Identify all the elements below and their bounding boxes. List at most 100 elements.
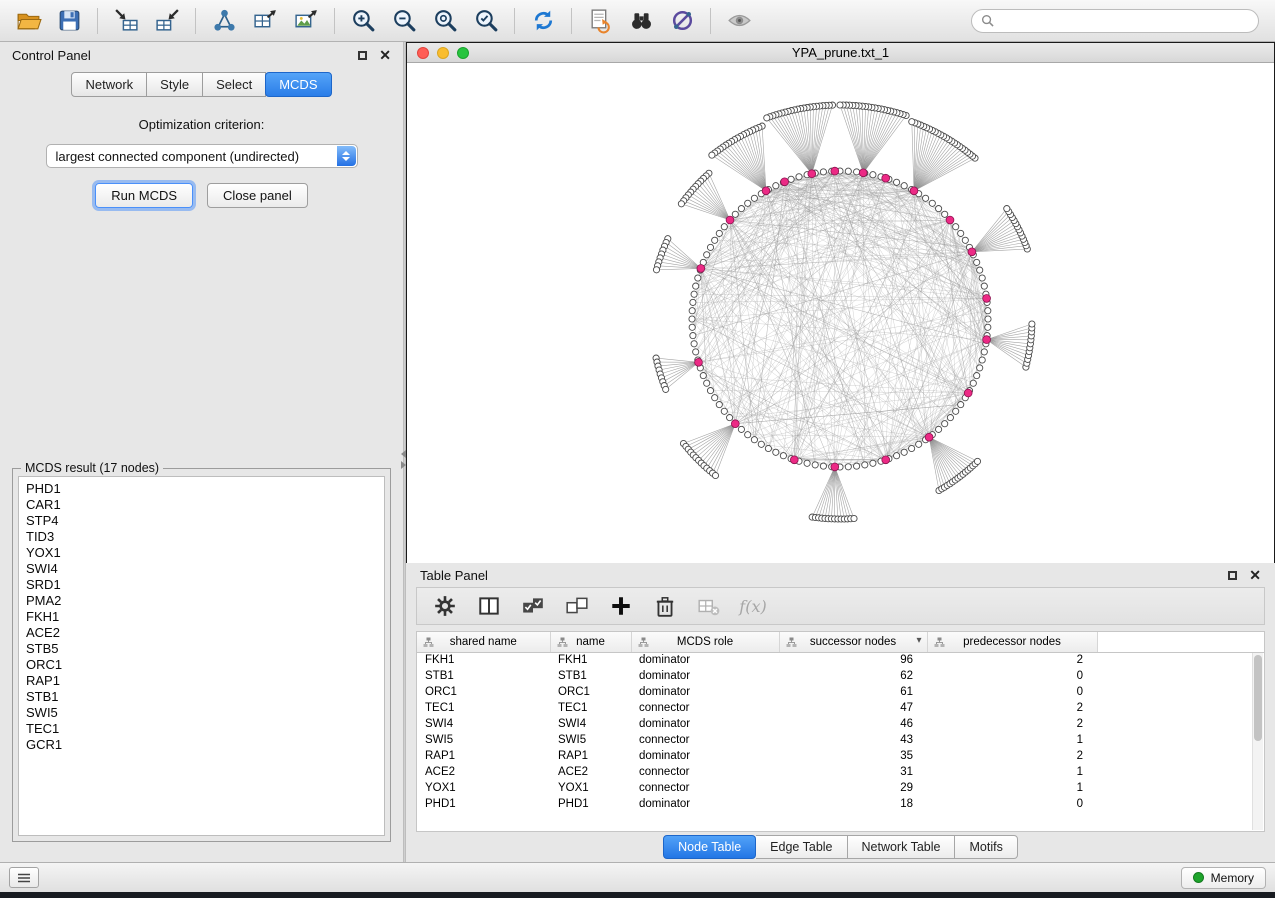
column-header-mcds-role[interactable]: MCDS role — [631, 632, 779, 652]
mcds-node-item[interactable]: PHD1 — [26, 481, 377, 497]
plus-icon — [609, 594, 633, 618]
mcds-node-item[interactable]: CAR1 — [26, 497, 377, 513]
tab-mcds[interactable]: MCDS — [265, 72, 331, 97]
open-session-button[interactable] — [10, 5, 46, 37]
close-window-icon[interactable] — [417, 47, 429, 59]
import-table-file-button[interactable] — [108, 5, 144, 37]
minimize-window-icon[interactable] — [437, 47, 449, 59]
table-row[interactable]: SWI5SWI5connector431 — [417, 732, 1264, 748]
save-session-button[interactable] — [51, 5, 87, 37]
tab-network[interactable]: Network — [71, 72, 147, 97]
table-row[interactable]: STB1STB1dominator620 — [417, 668, 1264, 684]
select-all-icon — [521, 594, 545, 618]
mcds-node-item[interactable]: STB5 — [26, 641, 377, 657]
table-row[interactable]: RAP1RAP1dominator352 — [417, 748, 1264, 764]
zoom-in-button[interactable] — [345, 5, 381, 37]
mcds-node-item[interactable]: RAP1 — [26, 673, 377, 689]
criterion-dropdown[interactable]: largest connected component (undirected) — [46, 144, 358, 168]
toolbar-separator — [334, 8, 335, 34]
network-canvas[interactable] — [407, 63, 1274, 563]
find-neighbors-button[interactable] — [623, 5, 659, 37]
tab-edge-table[interactable]: Edge Table — [756, 835, 847, 859]
table-toolbar: f(x) — [416, 587, 1265, 625]
mcds-node-item[interactable]: SRD1 — [26, 577, 377, 593]
show-columns-button[interactable] — [477, 594, 501, 618]
mcds-node-item[interactable]: STB1 — [26, 689, 377, 705]
table-row[interactable]: ORC1ORC1dominator610 — [417, 684, 1264, 700]
column-header-shared-name[interactable]: shared name — [417, 632, 550, 652]
mcds-node-item[interactable]: YOX1 — [26, 545, 377, 561]
mcds-node-item[interactable]: TID3 — [26, 529, 377, 545]
mcds-result-box: MCDS result (17 nodes) PHD1CAR1STP4TID3Y… — [12, 468, 391, 842]
search-input[interactable] — [1000, 13, 1249, 29]
search-box — [971, 9, 1259, 33]
mcds-node-item[interactable]: PMA2 — [26, 593, 377, 609]
column-header-predecessor-nodes[interactable]: predecessor nodes — [927, 632, 1097, 652]
mcds-node-item[interactable]: ORC1 — [26, 657, 377, 673]
run-mcds-button[interactable]: Run MCDS — [95, 183, 193, 208]
mcds-result-list[interactable]: PHD1CAR1STP4TID3YOX1SWI4SRD1PMA2FKH1ACE2… — [18, 476, 385, 836]
mcds-node-item[interactable]: GCR1 — [26, 737, 377, 753]
zoom-fit-button[interactable] — [427, 5, 463, 37]
delete-table-button[interactable] — [697, 594, 721, 618]
column-type-icon — [786, 637, 797, 648]
table-row[interactable]: TEC1TEC1connector472 — [417, 700, 1264, 716]
memory-button[interactable]: Memory — [1181, 867, 1266, 889]
status-menu-button[interactable] — [9, 867, 39, 888]
add-row-button[interactable] — [609, 594, 633, 618]
tab-motifs[interactable]: Motifs — [955, 835, 1017, 859]
export-image-button[interactable] — [288, 5, 324, 37]
mcds-node-item[interactable]: SWI5 — [26, 705, 377, 721]
function-builder-button[interactable]: f(x) — [741, 594, 765, 618]
export-table-button[interactable] — [247, 5, 283, 37]
mcds-node-item[interactable]: STP4 — [26, 513, 377, 529]
import-network-icon — [154, 7, 181, 34]
sort-indicator-icon[interactable]: ▾ — [916, 635, 921, 646]
table-row[interactable]: ACE2ACE2connector311 — [417, 764, 1264, 780]
mcds-node-item[interactable]: FKH1 — [26, 609, 377, 625]
close-panel-icon[interactable]: ✕ — [379, 50, 391, 60]
table-row[interactable]: SWI4SWI4dominator462 — [417, 716, 1264, 732]
select-all-button[interactable] — [521, 594, 545, 618]
clone-network-button[interactable] — [582, 5, 618, 37]
tab-select[interactable]: Select — [203, 72, 266, 97]
maximize-window-icon[interactable] — [457, 47, 469, 59]
zoom-fit-icon — [432, 7, 459, 34]
close-table-panel-icon[interactable]: ✕ — [1249, 570, 1261, 580]
table-row[interactable]: YOX1YOX1connector291 — [417, 780, 1264, 796]
zoom-in-icon — [350, 7, 377, 34]
column-header-name[interactable]: name — [550, 632, 631, 652]
float-panel-icon[interactable] — [358, 51, 367, 60]
table-scrollbar-thumb[interactable] — [1254, 655, 1262, 741]
network-svg[interactable] — [407, 63, 1274, 563]
column-header-successor-nodes[interactable]: successor nodes ▾ — [779, 632, 927, 652]
table-row[interactable]: FKH1FKH1dominator962 — [417, 652, 1264, 668]
share-network-button[interactable] — [206, 5, 242, 37]
zoom-selected-button[interactable] — [468, 5, 504, 37]
zoom-out-button[interactable] — [386, 5, 422, 37]
tab-node-table[interactable]: Node Table — [663, 835, 756, 859]
table-scrollbar[interactable] — [1252, 653, 1263, 830]
tab-style[interactable]: Style — [147, 72, 203, 97]
vertical-splitter[interactable] — [403, 42, 406, 862]
redraw-network-button[interactable] — [525, 5, 561, 37]
deselect-all-button[interactable] — [565, 594, 589, 618]
table-row[interactable]: PHD1PHD1dominator180 — [417, 796, 1264, 812]
close-panel-button[interactable]: Close panel — [207, 183, 308, 208]
save-floppy-icon — [56, 7, 83, 34]
float-table-panel-icon[interactable] — [1228, 571, 1237, 580]
table-tabs: Node Table Edge Table Network Table Moti… — [406, 832, 1275, 862]
mcds-node-item[interactable]: SWI4 — [26, 561, 377, 577]
apply-style-button[interactable] — [664, 5, 700, 37]
tab-network-table[interactable]: Network Table — [848, 835, 956, 859]
table-panel-title: Table Panel — [420, 568, 488, 583]
mcds-node-item[interactable]: ACE2 — [26, 625, 377, 641]
splitter-handle-icon[interactable] — [401, 450, 406, 469]
table-settings-button[interactable] — [433, 594, 457, 618]
clone-document-icon — [587, 7, 614, 34]
delete-rows-button[interactable] — [653, 594, 677, 618]
mcds-node-item[interactable]: TEC1 — [26, 721, 377, 737]
dropdown-stepper-icon — [337, 146, 356, 166]
import-network-file-button[interactable] — [149, 5, 185, 37]
show-hide-button[interactable] — [721, 5, 757, 37]
